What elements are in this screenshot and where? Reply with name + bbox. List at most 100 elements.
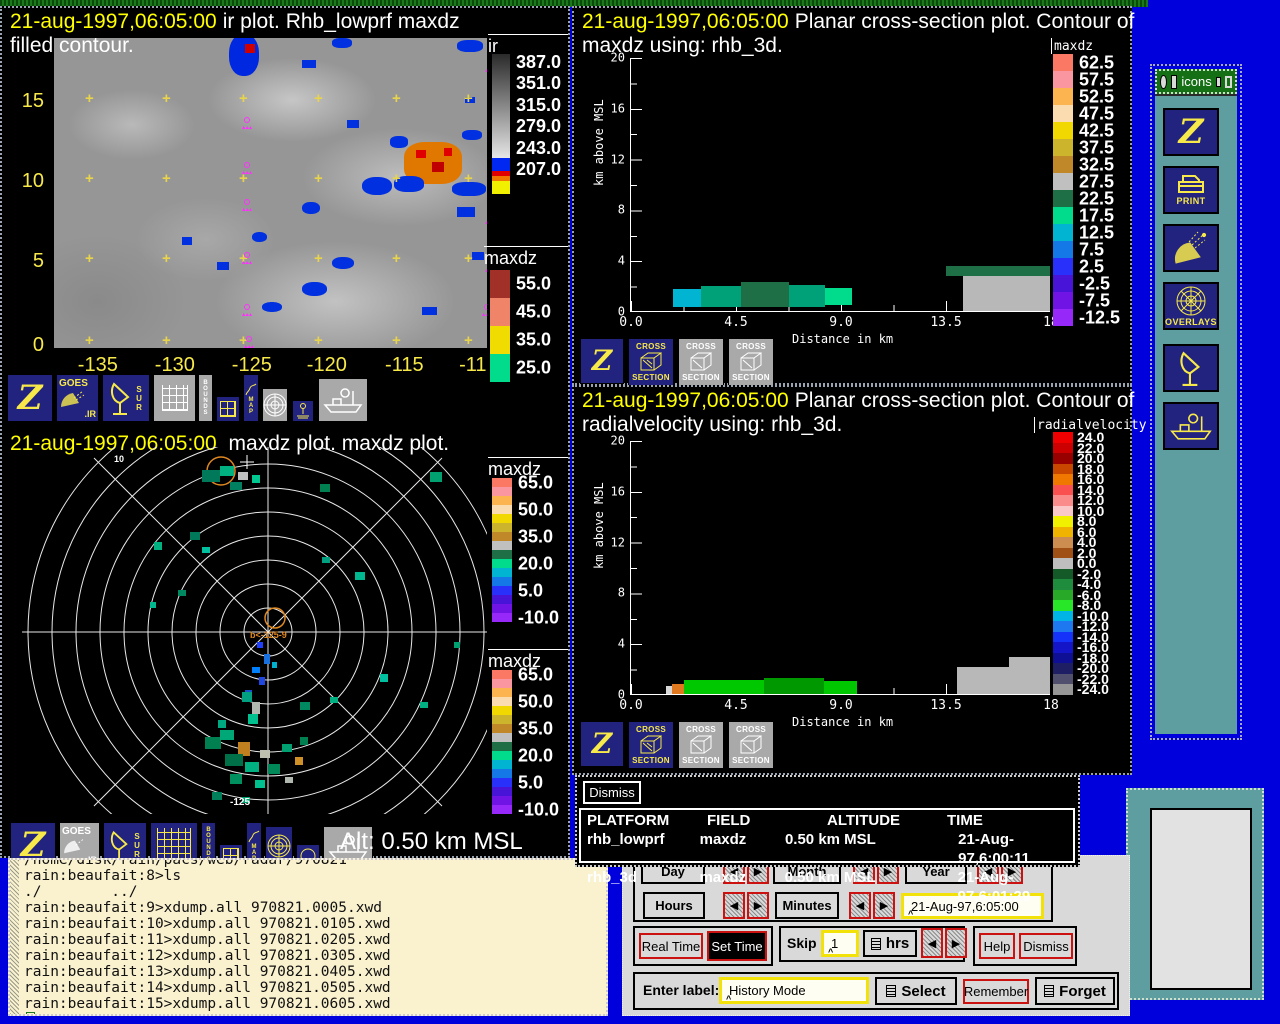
cs2-x-tick: 9.0: [829, 698, 852, 713]
ir-y-tick: 10: [16, 170, 44, 193]
select-button[interactable]: Select: [875, 977, 957, 1005]
icon-panel-body: Z PRINT OVERLAYS: [1155, 94, 1237, 734]
menu-mark-icon: [1044, 985, 1054, 997]
cross-section-button-1[interactable]: CROSS SECTION: [628, 338, 674, 386]
grid-plus-mark: [162, 90, 171, 107]
cube-icon: [638, 734, 664, 756]
radar-echo-cell: [259, 677, 265, 685]
grid-plus-mark: [85, 90, 94, 107]
help-button[interactable]: Help: [979, 933, 1015, 959]
zebra-logo-button[interactable]: Z: [1163, 108, 1219, 156]
radar-echo-cell: [220, 730, 234, 740]
ir-colorbar: [492, 54, 510, 194]
range-rings: [2, 447, 487, 814]
skip-units-button[interactable]: hrs: [863, 930, 917, 957]
surveillance-button[interactable]: SUR: [102, 374, 150, 422]
map-icon: [245, 383, 257, 397]
cs2-x-tick: 4.5: [724, 698, 747, 713]
radar-echo-cell: [257, 642, 263, 648]
grid-plus-mark: [392, 332, 401, 348]
ir-colorbar-value: 387.0: [516, 52, 561, 73]
cs2-y-tick: 8: [618, 585, 625, 599]
radar-echo-cell: [202, 470, 220, 482]
grid-plus-mark: [162, 170, 171, 187]
cross-section-button-3[interactable]: CROSS SECTION: [728, 721, 774, 769]
cs2-y-axis-label: km above MSL: [592, 482, 606, 569]
grid-icon: [162, 385, 188, 411]
label-field[interactable]: History Mode: [719, 977, 869, 1004]
cs2-colorbar: 24.022.020.018.016.014.012.010.08.06.04.…: [1053, 432, 1073, 695]
overlays-button[interactable]: OVERLAYS: [1163, 282, 1219, 330]
skip-value-field[interactable]: 1: [821, 930, 859, 957]
ir-x-tick: -11: [459, 354, 486, 377]
grid-plus-mark: [392, 250, 401, 267]
radar-echo-cell: [282, 744, 292, 752]
cube-icon: [738, 734, 764, 756]
ir-plot-timestamp: 21-aug-1997,06:05:00: [10, 10, 217, 33]
terminal-scrollbar[interactable]: [10, 860, 19, 1014]
satellite-feature: [422, 307, 437, 315]
radar-echo-cell: [430, 472, 442, 482]
real-time-button[interactable]: Real Time: [639, 933, 703, 959]
forget-button[interactable]: Forget: [1035, 977, 1115, 1005]
cs1-y-tick: 16: [611, 101, 625, 115]
icon-panel-title: icons: [1181, 74, 1211, 89]
crosshair-marker: [240, 455, 254, 469]
set-time-button[interactable]: Set Time: [707, 931, 767, 961]
goes-ir-button[interactable]: GOES .IR: [56, 374, 99, 422]
skip-forward-arrow[interactable]: ▶: [945, 928, 967, 958]
map-button[interactable]: MAP: [243, 374, 259, 422]
window-dot-icon[interactable]: [1216, 77, 1221, 87]
terminal-line: rain:beaufait:13>xdump.all 970821.0405.x…: [24, 964, 606, 980]
radar-echo-cell: [252, 702, 260, 714]
grid-small-button[interactable]: [216, 396, 240, 422]
satellite-feature: [302, 202, 320, 214]
skip-back-arrow[interactable]: ◀: [921, 928, 943, 958]
radar-dish-icon: [110, 381, 132, 415]
window-restore-icon[interactable]: [1225, 76, 1232, 88]
enter-label-caption: Enter label:: [643, 982, 719, 998]
radar-echo-cell: [300, 737, 308, 745]
zebra-logo-button[interactable]: Z: [580, 721, 624, 767]
zebra-logo-button[interactable]: Z: [580, 338, 624, 384]
buoy-marker: [242, 252, 252, 265]
bounds-button[interactable]: BOUNDS: [198, 374, 213, 422]
rings-icon: [267, 834, 291, 858]
contour-region: [673, 289, 701, 307]
ir-colorbar-value: 207.0: [516, 159, 561, 180]
cross-section-button-2[interactable]: CROSS SECTION: [678, 338, 724, 386]
cross-section-button-1[interactable]: CROSS SECTION: [628, 721, 674, 769]
ir-plot-title-line2: filled contour.: [10, 34, 134, 58]
cross-section-button-3[interactable]: CROSS SECTION: [728, 338, 774, 386]
cs1-timestamp: 21-aug-1997,06:05:00: [582, 10, 789, 33]
ship-button[interactable]: [1163, 402, 1219, 450]
remember-button[interactable]: Remember: [963, 979, 1029, 1004]
terminal-window[interactable]: /home/disk/rain/pacs/web/radar/970821rai…: [8, 858, 608, 1016]
grid-radar-button[interactable]: [153, 374, 196, 422]
radar-button[interactable]: [1163, 344, 1219, 392]
radar-echo-cell: [380, 674, 388, 682]
menu-mark-icon: [871, 938, 881, 950]
dismiss-button[interactable]: Dismiss: [1019, 933, 1073, 959]
cube-icon: [638, 351, 664, 373]
window-list-icon[interactable]: [1171, 75, 1178, 89]
buoy-button[interactable]: [292, 400, 314, 422]
print-button[interactable]: PRINT: [1163, 166, 1219, 214]
platform-dismiss-button[interactable]: Dismiss: [583, 781, 641, 804]
zebra-logo-button[interactable]: Z: [7, 374, 53, 422]
radar-echo-cell: [295, 757, 303, 765]
satellite-feature: [332, 257, 354, 269]
cs1-plot-area: 201612840 0.04.59.013.518: [630, 58, 1050, 312]
cs2-y-tick: 16: [611, 484, 625, 498]
cs2-x-tick: 13.5: [930, 698, 961, 713]
contour-region: [825, 288, 852, 305]
cs1-y-tick: 20: [611, 50, 625, 64]
ship-button[interactable]: [318, 378, 368, 422]
cross-section-button-2[interactable]: CROSS SECTION: [678, 721, 724, 769]
range-rings-button[interactable]: [262, 388, 288, 422]
window-menu-icon[interactable]: [1160, 75, 1167, 89]
radar-colorbar2: 65.050.035.020.05.0-10.0: [492, 670, 512, 814]
radar-echo-cell: [225, 754, 243, 766]
satellite-button[interactable]: [1163, 224, 1219, 272]
radar-echo-cell: [260, 750, 270, 758]
